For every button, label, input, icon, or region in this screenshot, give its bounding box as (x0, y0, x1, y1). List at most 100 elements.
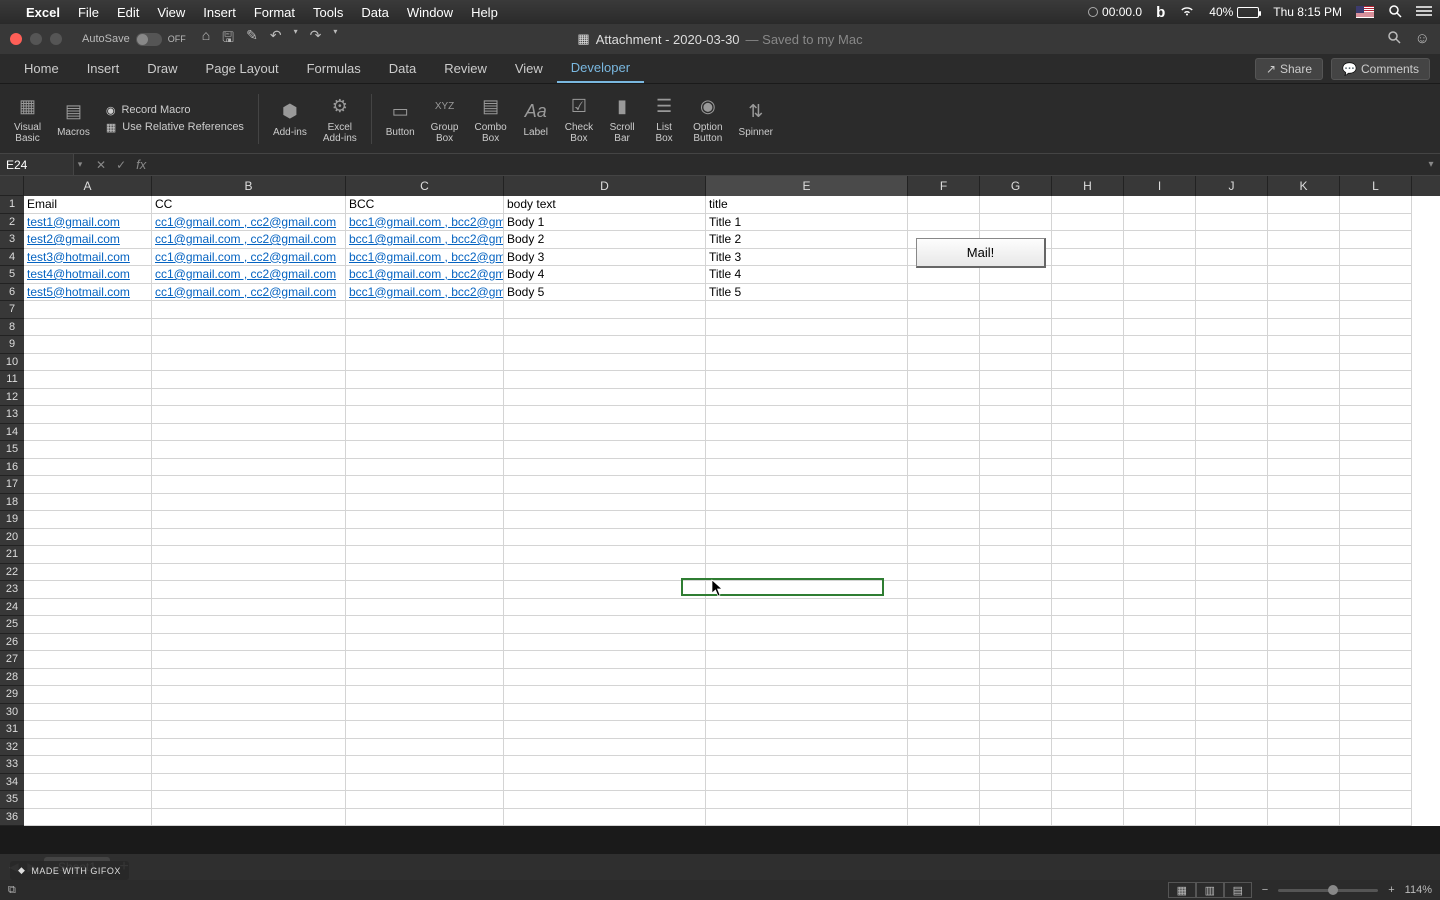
cell-A25[interactable] (24, 616, 152, 634)
cell-A9[interactable] (24, 336, 152, 354)
comments-button[interactable]: 💬Comments (1331, 58, 1430, 80)
cell-I29[interactable] (1124, 686, 1196, 704)
row-header-21[interactable]: 21 (0, 546, 24, 564)
cell-L6[interactable] (1340, 284, 1412, 302)
cell-B29[interactable] (152, 686, 346, 704)
cell-G12[interactable] (980, 389, 1052, 407)
cell-K12[interactable] (1268, 389, 1340, 407)
cell-C12[interactable] (346, 389, 504, 407)
cell-H32[interactable] (1052, 739, 1124, 757)
cell-A18[interactable] (24, 494, 152, 512)
cell-A33[interactable] (24, 756, 152, 774)
menu-data[interactable]: Data (361, 5, 388, 20)
row-header-26[interactable]: 26 (0, 634, 24, 652)
cell-H8[interactable] (1052, 319, 1124, 337)
cell-I1[interactable] (1124, 196, 1196, 214)
cell-H5[interactable] (1052, 266, 1124, 284)
cell-F12[interactable] (908, 389, 980, 407)
cell-L7[interactable] (1340, 301, 1412, 319)
cell-E25[interactable] (706, 616, 908, 634)
cell-C25[interactable] (346, 616, 504, 634)
cell-B23[interactable] (152, 581, 346, 599)
row-header-7[interactable]: 7 (0, 301, 24, 319)
cell-A10[interactable] (24, 354, 152, 372)
cell-G20[interactable] (980, 529, 1052, 547)
cell-A5[interactable]: test4@hotmail.com (24, 266, 152, 284)
cell-I14[interactable] (1124, 424, 1196, 442)
cell-B8[interactable] (152, 319, 346, 337)
cell-I36[interactable] (1124, 809, 1196, 827)
cell-L20[interactable] (1340, 529, 1412, 547)
zoom-in-button[interactable]: + (1388, 884, 1394, 896)
row-header-36[interactable]: 36 (0, 809, 24, 827)
cell-H33[interactable] (1052, 756, 1124, 774)
cell-D30[interactable] (504, 704, 706, 722)
cell-J33[interactable] (1196, 756, 1268, 774)
cell-D23[interactable] (504, 581, 706, 599)
cell-G29[interactable] (980, 686, 1052, 704)
cell-E30[interactable] (706, 704, 908, 722)
cell-F14[interactable] (908, 424, 980, 442)
menu-insert[interactable]: Insert (203, 5, 236, 20)
cell-B34[interactable] (152, 774, 346, 792)
cell-I20[interactable] (1124, 529, 1196, 547)
cell-L13[interactable] (1340, 406, 1412, 424)
cell-G36[interactable] (980, 809, 1052, 827)
cell-C20[interactable] (346, 529, 504, 547)
cell-B5[interactable]: cc1@gmail.com , cc2@gmail.com (152, 266, 346, 284)
cell-C29[interactable] (346, 686, 504, 704)
cell-C32[interactable] (346, 739, 504, 757)
cell-B13[interactable] (152, 406, 346, 424)
cell-I18[interactable] (1124, 494, 1196, 512)
cell-G1[interactable] (980, 196, 1052, 214)
cell-F26[interactable] (908, 634, 980, 652)
cell-B4[interactable]: cc1@gmail.com , cc2@gmail.com (152, 249, 346, 267)
menu-help[interactable]: Help (471, 5, 498, 20)
qat-customize-icon[interactable]: ▾ (333, 27, 337, 51)
cell-C8[interactable] (346, 319, 504, 337)
cell-H23[interactable] (1052, 581, 1124, 599)
tab-page-layout[interactable]: Page Layout (192, 54, 293, 83)
cell-J28[interactable] (1196, 669, 1268, 687)
row-header-3[interactable]: 3 (0, 231, 24, 249)
cell-C7[interactable] (346, 301, 504, 319)
save-icon[interactable]: 🖫 (222, 27, 234, 51)
cell-G24[interactable] (980, 599, 1052, 617)
row-header-8[interactable]: 8 (0, 319, 24, 337)
cell-I22[interactable] (1124, 564, 1196, 582)
cell-K1[interactable] (1268, 196, 1340, 214)
cell-K20[interactable] (1268, 529, 1340, 547)
cell-C10[interactable] (346, 354, 504, 372)
row-header-5[interactable]: 5 (0, 266, 24, 284)
cell-I12[interactable] (1124, 389, 1196, 407)
cell-A11[interactable] (24, 371, 152, 389)
cell-J7[interactable] (1196, 301, 1268, 319)
cell-G35[interactable] (980, 791, 1052, 809)
row-header-6[interactable]: 6 (0, 284, 24, 302)
cell-J27[interactable] (1196, 651, 1268, 669)
cell-A22[interactable] (24, 564, 152, 582)
cell-I9[interactable] (1124, 336, 1196, 354)
cell-I16[interactable] (1124, 459, 1196, 477)
cell-K22[interactable] (1268, 564, 1340, 582)
cell-L9[interactable] (1340, 336, 1412, 354)
select-all-corner[interactable] (0, 176, 24, 196)
cell-G2[interactable] (980, 214, 1052, 232)
cell-J12[interactable] (1196, 389, 1268, 407)
cell-L28[interactable] (1340, 669, 1412, 687)
cell-K2[interactable] (1268, 214, 1340, 232)
cell-L23[interactable] (1340, 581, 1412, 599)
cell-I21[interactable] (1124, 546, 1196, 564)
row-header-16[interactable]: 16 (0, 459, 24, 477)
cell-A31[interactable] (24, 721, 152, 739)
cell-C24[interactable] (346, 599, 504, 617)
excel-addins-button[interactable]: ⚙Excel Add-ins (317, 88, 363, 149)
cell-D17[interactable] (504, 476, 706, 494)
cell-L26[interactable] (1340, 634, 1412, 652)
cell-D28[interactable] (504, 669, 706, 687)
cell-B27[interactable] (152, 651, 346, 669)
col-header-E[interactable]: E (706, 176, 908, 196)
row-header-15[interactable]: 15 (0, 441, 24, 459)
cell-C34[interactable] (346, 774, 504, 792)
cell-A23[interactable] (24, 581, 152, 599)
